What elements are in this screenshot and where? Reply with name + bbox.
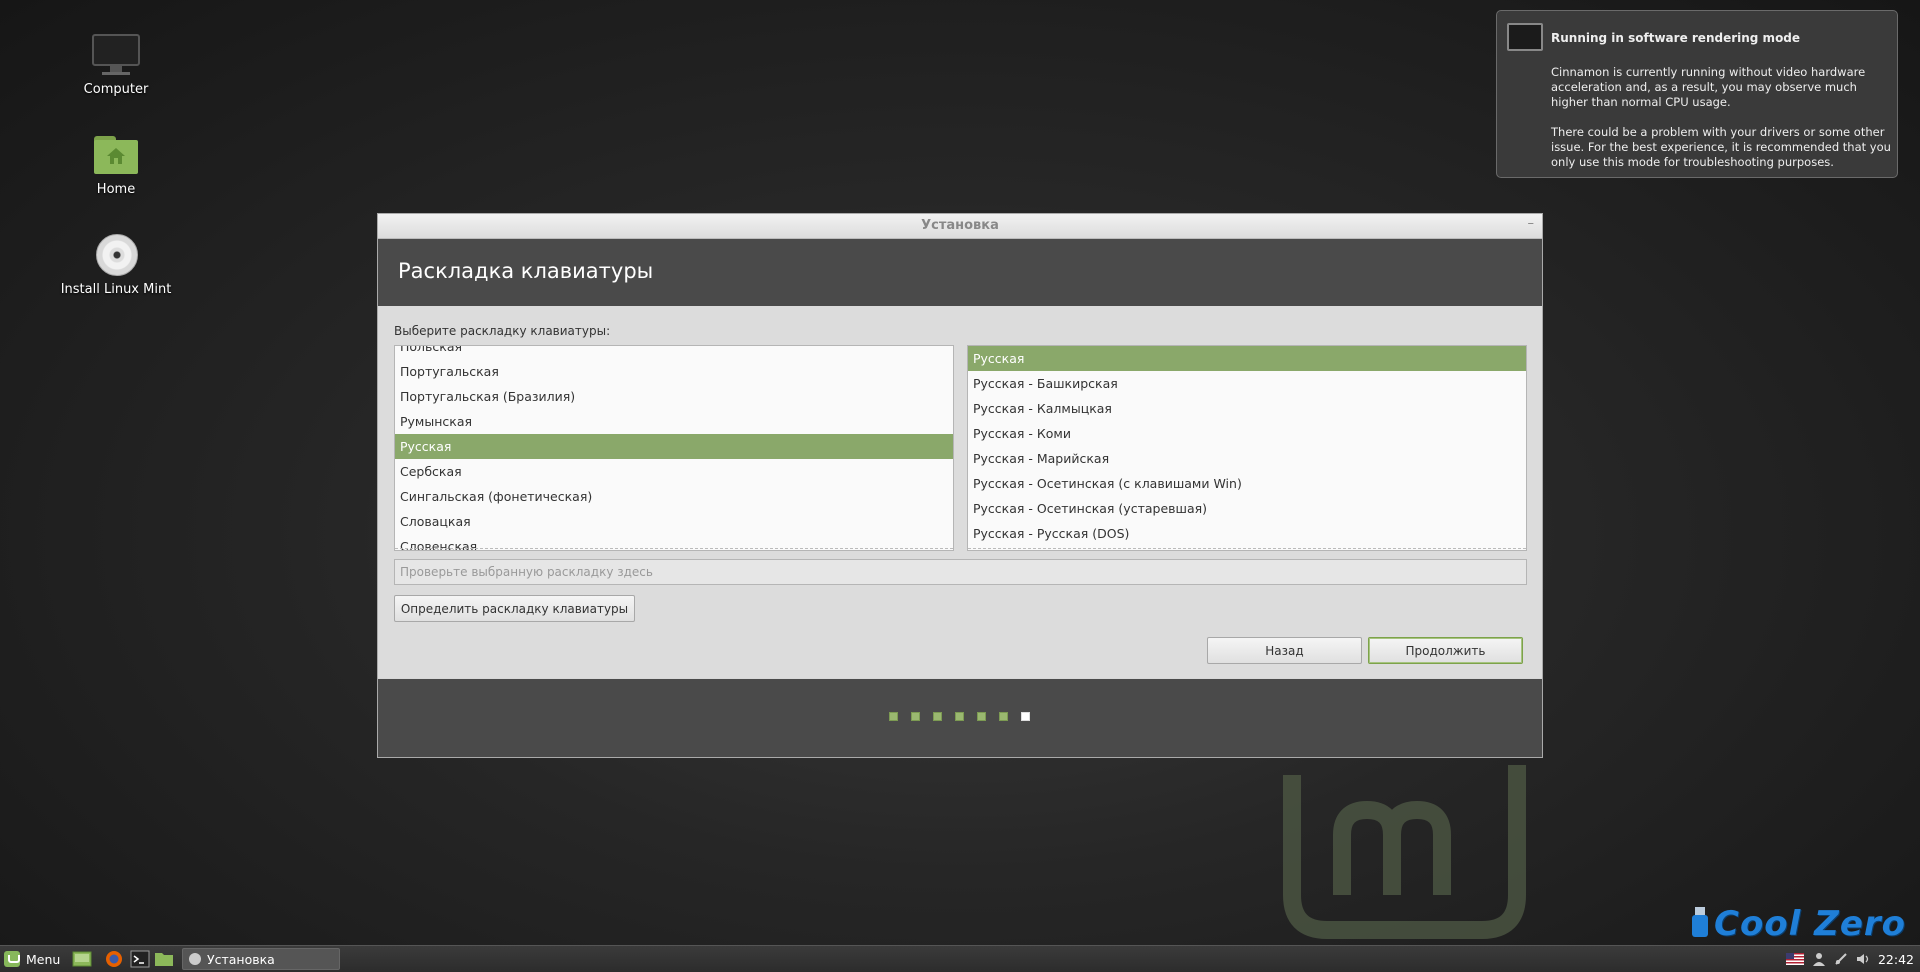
- installer-icon: [189, 953, 201, 965]
- notification-body: Cinnamon is currently running without vi…: [1551, 65, 1891, 185]
- disc-icon: [92, 230, 140, 278]
- menu-label: Menu: [26, 951, 61, 967]
- keyboard-layout-flag-icon[interactable]: [1785, 953, 1804, 965]
- minimize-button[interactable]: –: [1528, 216, 1535, 231]
- system-tray: 22:42: [1778, 946, 1914, 972]
- layout-item[interactable]: Русская: [395, 434, 953, 459]
- desktop-icon-computer[interactable]: Computer: [36, 30, 196, 97]
- volume-icon[interactable]: [1856, 952, 1870, 966]
- progress-dot: [1021, 712, 1030, 721]
- firefox-icon: [106, 951, 122, 967]
- folder-icon: [155, 953, 173, 966]
- layout-item[interactable]: Словацкая: [395, 509, 953, 534]
- desktop-icon-label: Install Linux Mint: [60, 282, 172, 297]
- layout-test-input[interactable]: [394, 559, 1527, 585]
- desktop-icon-install[interactable]: Install Linux Mint: [36, 230, 196, 297]
- layout-item[interactable]: Сингальская (фонетическая): [395, 484, 953, 509]
- show-desktop-icon: [72, 951, 92, 967]
- progress-dot: [933, 712, 942, 721]
- progress-dot: [977, 712, 986, 721]
- variant-item[interactable]: Русская - Марийская: [968, 446, 1526, 471]
- progress-dot: [911, 712, 920, 721]
- layout-item[interactable]: Сербская: [395, 459, 953, 484]
- variant-item[interactable]: Русская - Коми: [968, 421, 1526, 446]
- page-title: Раскладка клавиатуры: [398, 259, 654, 283]
- usb-icon: [1692, 907, 1708, 937]
- back-button[interactable]: Назад: [1207, 637, 1362, 664]
- desktop-icon-label: Home: [96, 182, 136, 197]
- page-header: Раскладка клавиатуры: [378, 239, 1542, 306]
- variant-item[interactable]: Русская - Осетинская (устаревшая): [968, 496, 1526, 521]
- layout-item[interactable]: Португальская: [395, 359, 953, 384]
- content-area: Выберите раскладку клавиатуры: Польская П…: [378, 306, 1542, 678]
- progress-dot: [889, 712, 898, 721]
- desktop-icon-home[interactable]: Home: [36, 130, 196, 197]
- cool-zero-watermark: Cool Zero: [1690, 904, 1906, 944]
- progress-dots: [889, 712, 1043, 722]
- desktop-icon-label: Computer: [83, 82, 149, 97]
- taskbar-window-installer[interactable]: Установка: [182, 948, 340, 970]
- list-divider: [968, 548, 1526, 550]
- window-title: Установка: [921, 218, 999, 233]
- variant-item[interactable]: Русская - Осетинская (с клавишами Win): [968, 471, 1526, 496]
- window-titlebar[interactable]: Установка –: [378, 214, 1542, 239]
- layout-prompt: Выберите раскладку клавиатуры:: [394, 324, 611, 338]
- layout-item[interactable]: Польская: [395, 346, 953, 359]
- notification-paragraph: There could be a problem with your drive…: [1551, 125, 1891, 169]
- linux-mint-logo-watermark: [1283, 765, 1526, 939]
- taskbar: Menu Установка 22:42: [0, 945, 1920, 972]
- firefox-launcher[interactable]: [104, 949, 124, 969]
- files-launcher[interactable]: [154, 949, 174, 969]
- terminal-icon: [130, 950, 150, 968]
- layout-item[interactable]: Португальская (Бразилия): [395, 384, 953, 409]
- clock[interactable]: 22:42: [1878, 952, 1914, 967]
- variant-item[interactable]: Русская - Русская (DOS): [968, 521, 1526, 546]
- variant-item[interactable]: Русская: [968, 346, 1526, 371]
- brand-text: Cool Zero: [1714, 904, 1906, 944]
- layout-item[interactable]: Румынская: [395, 409, 953, 434]
- layout-list[interactable]: Польская Португальская Португальская (Браз…: [394, 345, 954, 551]
- installer-window: Установка – Раскладка клавиатуры Выберит…: [377, 213, 1543, 758]
- monitor-icon: [1507, 23, 1543, 51]
- task-label: Установка: [207, 951, 275, 967]
- notification-paragraph: Cinnamon is currently running without vi…: [1551, 65, 1866, 109]
- progress-footer: [378, 679, 1542, 757]
- variant-item[interactable]: Русская - Калмыцкая: [968, 396, 1526, 421]
- home-folder-icon: [92, 130, 140, 178]
- computer-icon: [92, 30, 140, 78]
- variant-item[interactable]: Русская - Башкирская: [968, 371, 1526, 396]
- network-icon[interactable]: [1834, 952, 1848, 966]
- variant-list[interactable]: Русская Русская - Башкирская Русская - Кал…: [967, 345, 1527, 551]
- show-desktop-launcher[interactable]: [72, 949, 92, 969]
- progress-dot: [999, 712, 1008, 721]
- mint-menu-icon: [4, 951, 20, 967]
- notification-title: Running in software rendering mode: [1551, 31, 1801, 45]
- continue-button[interactable]: Продолжить: [1368, 637, 1523, 664]
- detect-layout-button[interactable]: Определить раскладку клавиатуры: [394, 595, 635, 622]
- user-icon[interactable]: [1812, 952, 1826, 966]
- progress-dot: [955, 712, 964, 721]
- list-divider: [395, 548, 953, 550]
- menu-button[interactable]: Menu: [4, 949, 60, 969]
- terminal-launcher[interactable]: [130, 949, 150, 969]
- software-rendering-notification[interactable]: Running in software rendering mode Cinna…: [1496, 10, 1898, 178]
